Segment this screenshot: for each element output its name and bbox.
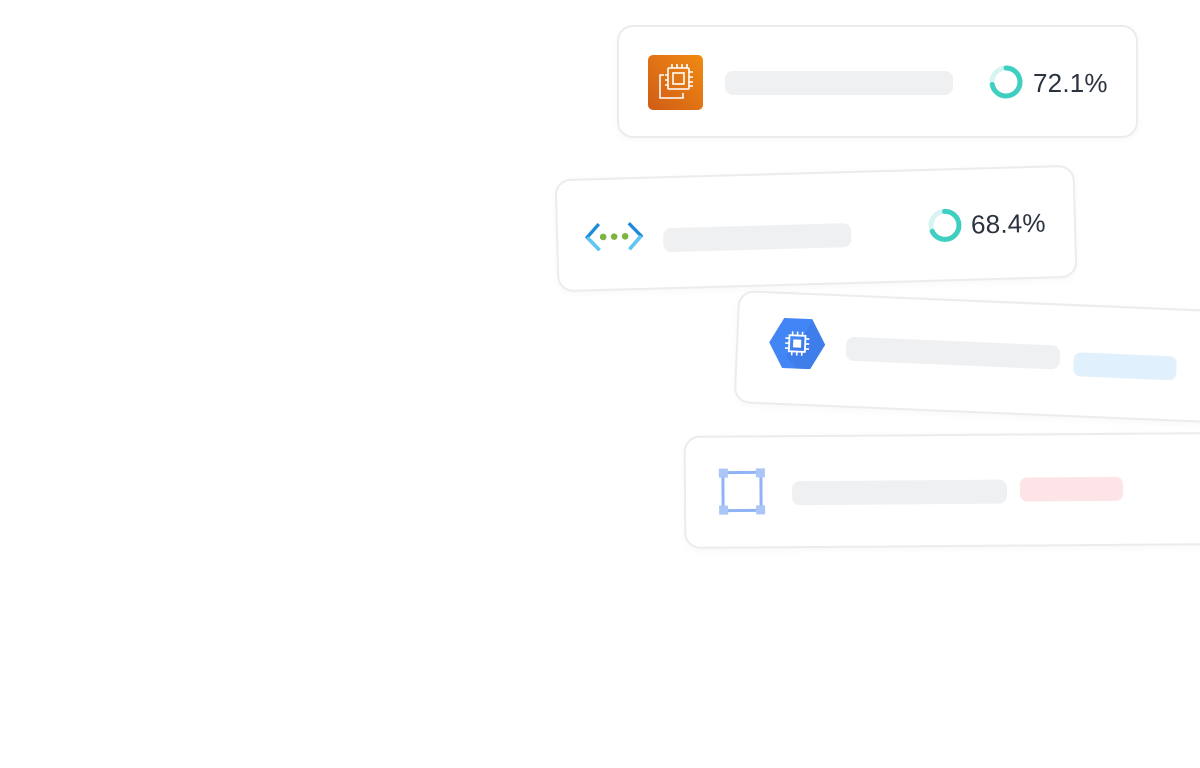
resource-name-placeholder: [725, 71, 953, 95]
resource-name-placeholder: [791, 479, 1008, 506]
resource-name-placeholder: [662, 223, 852, 253]
compute-instance-icon: [648, 55, 703, 115]
stage: 72.1% 68.4%: [0, 0, 1200, 768]
resource-card-compute-engine[interactable]: [733, 290, 1200, 425]
resource-card-compute[interactable]: 72.1%: [617, 25, 1138, 138]
resource-card-network[interactable]: 68.4%: [554, 164, 1078, 293]
status-badge-placeholder: [1019, 476, 1124, 502]
utilization-value: 68.4%: [970, 207, 1047, 240]
utilization-ring-icon: [989, 65, 1023, 99]
resource-name-placeholder: [845, 336, 1061, 370]
status-badge-placeholder: [1073, 352, 1177, 381]
resource-card-bounding-box[interactable]: [683, 432, 1200, 549]
utilization-value: 72.1%: [1033, 68, 1108, 98]
compute-engine-chip-icon: [767, 315, 827, 376]
virtual-network-icon: [584, 219, 644, 262]
utilization-ring-icon: [928, 208, 962, 242]
bounding-box-icon: [718, 467, 766, 520]
